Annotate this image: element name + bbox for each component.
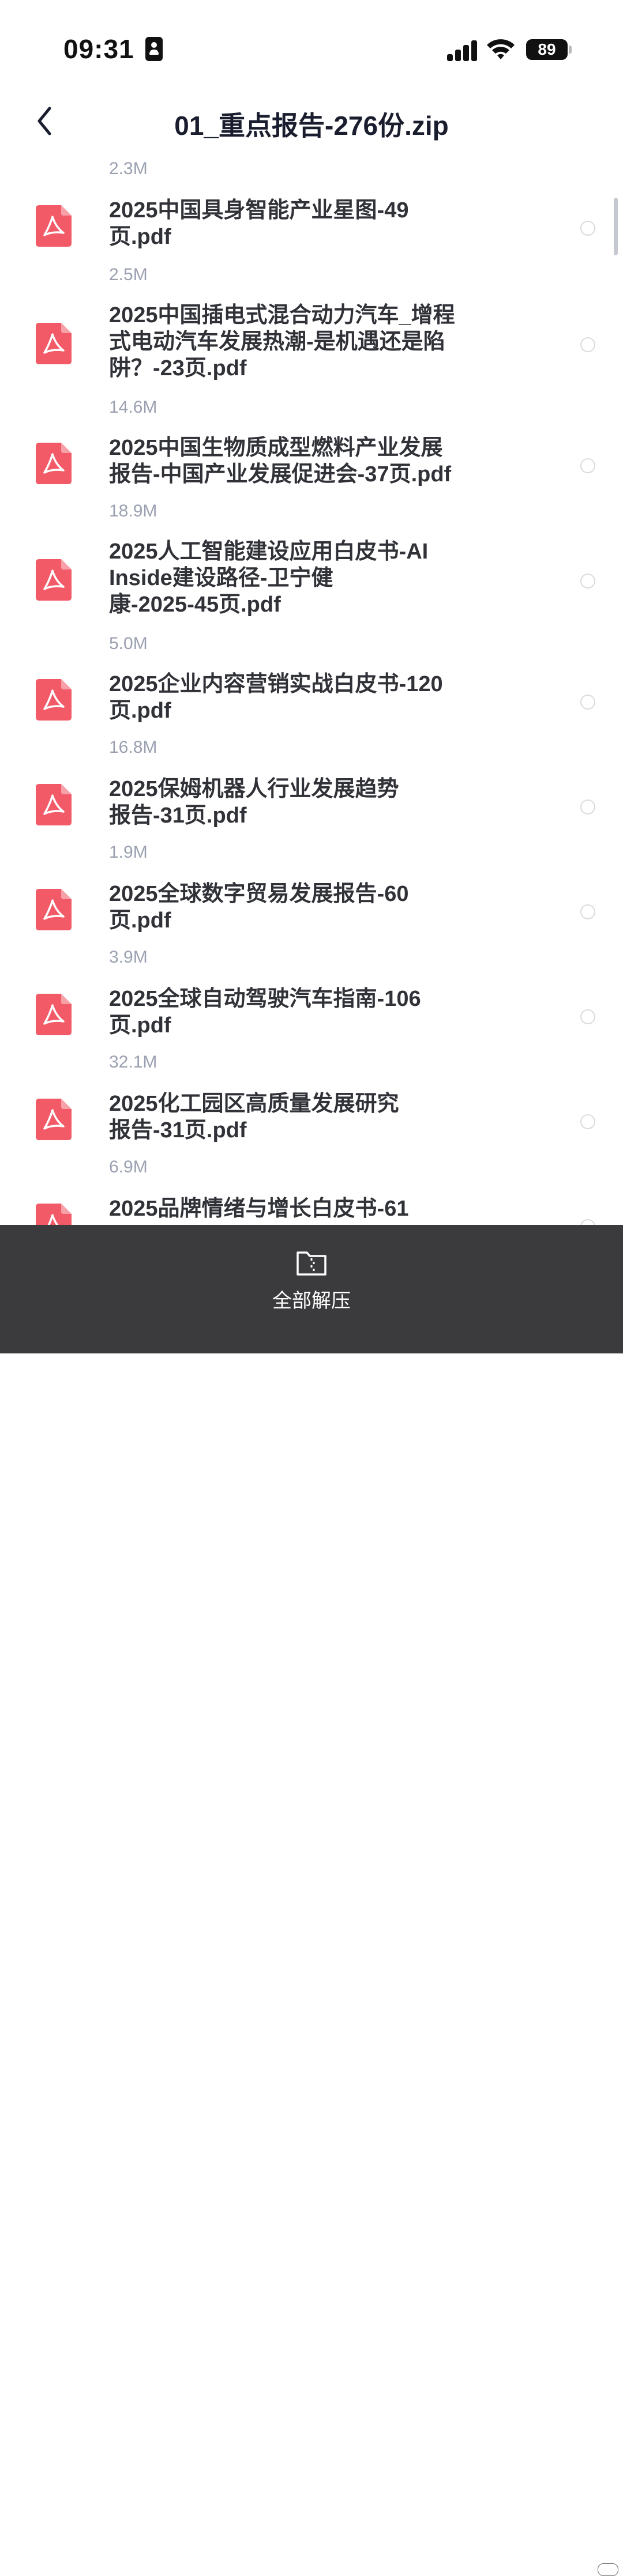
file-select-radio[interactable]	[580, 1009, 595, 1024]
file-select-radio[interactable]	[580, 904, 595, 919]
file-select-radio[interactable]	[580, 221, 595, 236]
file-name: 2025企业内容营销实战白皮书-120 页.pdf	[109, 672, 443, 723]
list-item[interactable]: 2025中国生物质成型燃料产业发展 报告-中国产业发展促进会-37页.pdf	[0, 431, 623, 500]
status-time: 09:31	[63, 34, 134, 64]
pdf-file-icon	[36, 1204, 72, 1225]
file-select-radio[interactable]	[580, 1219, 595, 1225]
list-item[interactable]: 2025人工智能建设应用白皮书-AI Inside建设路径-卫宁健 康-2025-4…	[0, 535, 623, 627]
file-size-label: 2.3M	[109, 159, 148, 178]
list-item[interactable]: 2025企业内容营销实战白皮书-120 页.pdf	[0, 667, 623, 737]
list-item[interactable]: 2025保姆机器人行业发展趋势 报告-31页.pdf	[0, 772, 623, 842]
file-size-label: 2.5M	[109, 265, 148, 284]
file-size-label: 14.6M	[109, 398, 157, 417]
pdf-file-icon	[36, 205, 72, 247]
contact-card-icon	[145, 37, 163, 61]
battery-indicator: 89	[526, 39, 568, 60]
list-item[interactable]: 2025中国插电式混合动力汽车_增程 式电动汽车发展热潮-是机遇还是陷 阱？-23页…	[0, 299, 623, 391]
file-size-label: 16.8M	[109, 738, 157, 757]
list-item[interactable]: 2025全球数字贸易发展报告-60 页.pdf	[0, 877, 623, 946]
pdf-file-icon	[36, 784, 72, 825]
file-name: 2025化工园区高质量发展研究 报告-31页.pdf	[109, 1092, 399, 1142]
file-name: 2025全球数字贸易发展报告-60 页.pdf	[109, 882, 409, 933]
file-size-label: 32.1M	[109, 1053, 157, 1072]
battery-tip	[569, 46, 572, 54]
file-select-radio[interactable]	[580, 458, 595, 473]
file-select-radio[interactable]	[580, 337, 595, 352]
wifi-icon	[487, 39, 515, 59]
list-item[interactable]: 2025化工园区高质量发展研究 报告-31页.pdf	[0, 1087, 623, 1156]
file-size-label: 5.0M	[109, 634, 148, 653]
file-size-label: 3.9M	[109, 948, 148, 967]
list-item[interactable]: 2025全球自动驾驶汽车指南-106 页.pdf	[0, 982, 623, 1051]
file-select-radio[interactable]	[580, 799, 595, 814]
unzip-all-button[interactable]: 全部解压	[254, 1236, 369, 1323]
page-title: 01_重点报告-276份.zip	[174, 111, 449, 141]
status-bar: 09:31 89	[0, 0, 623, 86]
list-item[interactable]: 2025品牌情绪与增长白皮书-61	[0, 1192, 623, 1225]
bottom-action-bar: 全部解压	[0, 1225, 623, 2576]
pdf-file-icon	[36, 323, 72, 364]
file-name: 2025中国生物质成型燃料产业发展 报告-中国产业发展促进会-37页.pdf	[109, 436, 452, 486]
file-list[interactable]: 2.3M 2025中国具身智能产业星图-49 页.pdf 2.5M 2025中国插…	[0, 156, 623, 1225]
pdf-file-icon	[36, 889, 72, 930]
header: 01_重点报告-276份.zip	[0, 92, 623, 150]
scrollbar[interactable]	[614, 198, 618, 255]
file-name: 2025中国插电式混合动力汽车_增程 式电动汽车发展热潮-是机遇还是陷 阱？-23页…	[109, 303, 455, 380]
cellular-signal-icon	[447, 40, 478, 61]
file-select-radio[interactable]	[580, 695, 595, 710]
watermark-badge	[598, 2563, 618, 2576]
file-name: 2025中国具身智能产业星图-49 页.pdf	[109, 198, 409, 249]
file-name: 2025保姆机器人行业发展趋势 报告-31页.pdf	[109, 777, 399, 828]
pdf-file-icon	[36, 1099, 72, 1140]
zip-folder-icon	[297, 1251, 326, 1276]
file-size-label: 1.9M	[109, 843, 148, 862]
pdf-file-icon	[36, 679, 72, 721]
pdf-file-icon	[36, 443, 72, 484]
file-select-radio[interactable]	[580, 1114, 595, 1129]
file-select-radio[interactable]	[580, 574, 595, 589]
file-size-label: 6.9M	[109, 1157, 148, 1176]
pdf-file-icon	[36, 559, 72, 601]
file-size-label: 18.9M	[109, 501, 157, 521]
file-name: 2025品牌情绪与增长白皮书-61	[109, 1197, 409, 1221]
pdf-file-icon	[36, 994, 72, 1035]
file-name: 2025人工智能建设应用白皮书-AI Inside建设路径-卫宁健 康-2025-4…	[109, 540, 429, 617]
unzip-all-label: 全部解压	[272, 1290, 351, 1312]
list-item[interactable]: 2025中国具身智能产业星图-49 页.pdf	[0, 194, 623, 263]
file-name: 2025全球自动驾驶汽车指南-106 页.pdf	[109, 987, 421, 1038]
